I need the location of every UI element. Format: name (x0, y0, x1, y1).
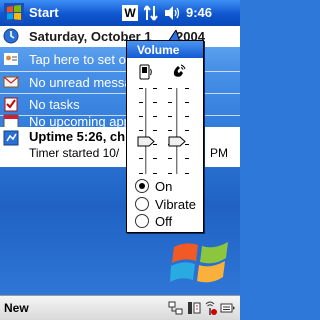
system-volume-slider[interactable] (145, 88, 148, 174)
title-bar: Start W 9:46 (0, 0, 240, 26)
uptime-text: Uptime 5:26, ch (29, 129, 126, 144)
clock-icon (3, 28, 19, 44)
timer-started-text: Timer started 10/ (29, 146, 120, 160)
messages-text: No unread messa (29, 75, 132, 90)
system-volume-ticks-right (153, 88, 157, 174)
volume-popup-title: Volume (127, 41, 203, 58)
radio-on-circle[interactable] (135, 179, 149, 193)
keyboard-tray-icon[interactable] (220, 300, 236, 316)
ringer-phone-icon (173, 64, 186, 77)
menu-bar: New (0, 295, 240, 320)
appointments-row[interactable]: No upcoming app (0, 110, 240, 129)
uptime-row[interactable]: Uptime 5:26, ch Timer started 10/ PM (0, 127, 240, 167)
timer-started-suffix: PM (210, 146, 228, 160)
start-menu-button[interactable]: Start (29, 5, 59, 20)
ringer-volume-slider[interactable] (176, 88, 179, 174)
connectivity-icon[interactable] (144, 4, 158, 22)
today-date-row[interactable]: Saturday, October 1 2004 (0, 26, 240, 47)
owner-info-text: Tap here to set o (29, 52, 126, 67)
radio-off-label: Off (155, 214, 173, 229)
radio-off[interactable]: Off (135, 213, 203, 229)
phone-tray-icon[interactable] (186, 300, 202, 316)
radio-on-label: On (155, 179, 173, 194)
clock-time[interactable]: 9:46 (186, 5, 212, 20)
ringer-volume-ticks-right (185, 88, 189, 174)
radio-vibrate-circle[interactable] (135, 197, 149, 211)
windows-flag-icon[interactable] (4, 3, 24, 23)
volume-popup[interactable]: Volume On Vibrate Off (126, 40, 204, 233)
owner-info-icon (4, 53, 18, 65)
owner-info-row[interactable]: Tap here to set o (0, 50, 240, 70)
radio-on[interactable]: On (135, 178, 203, 194)
radio-vibrate-label: Vibrate (155, 197, 196, 212)
ringer-volume-thumb[interactable] (168, 136, 186, 147)
windows-logo-icon (170, 242, 228, 283)
system-volume-ticks (139, 88, 143, 174)
uptime-icon (3, 130, 19, 146)
radio-vibrate[interactable]: Vibrate (135, 196, 203, 212)
w-app-icon[interactable]: W (122, 5, 138, 21)
system-sound-icon (139, 64, 152, 80)
radio-off-circle[interactable] (135, 214, 149, 228)
new-button[interactable]: New (4, 301, 29, 315)
ringer-volume-ticks (168, 88, 172, 174)
connectivity-tray-icon[interactable] (168, 300, 184, 316)
speaker-icon[interactable] (164, 5, 180, 21)
messages-row[interactable]: No unread messa (0, 72, 240, 92)
radio-on-dot (139, 183, 145, 189)
envelope-icon (3, 76, 19, 88)
wireless-tray-icon[interactable] (202, 300, 218, 316)
today-screen: Saturday, October 1 2004 Tap here to set… (0, 26, 240, 295)
